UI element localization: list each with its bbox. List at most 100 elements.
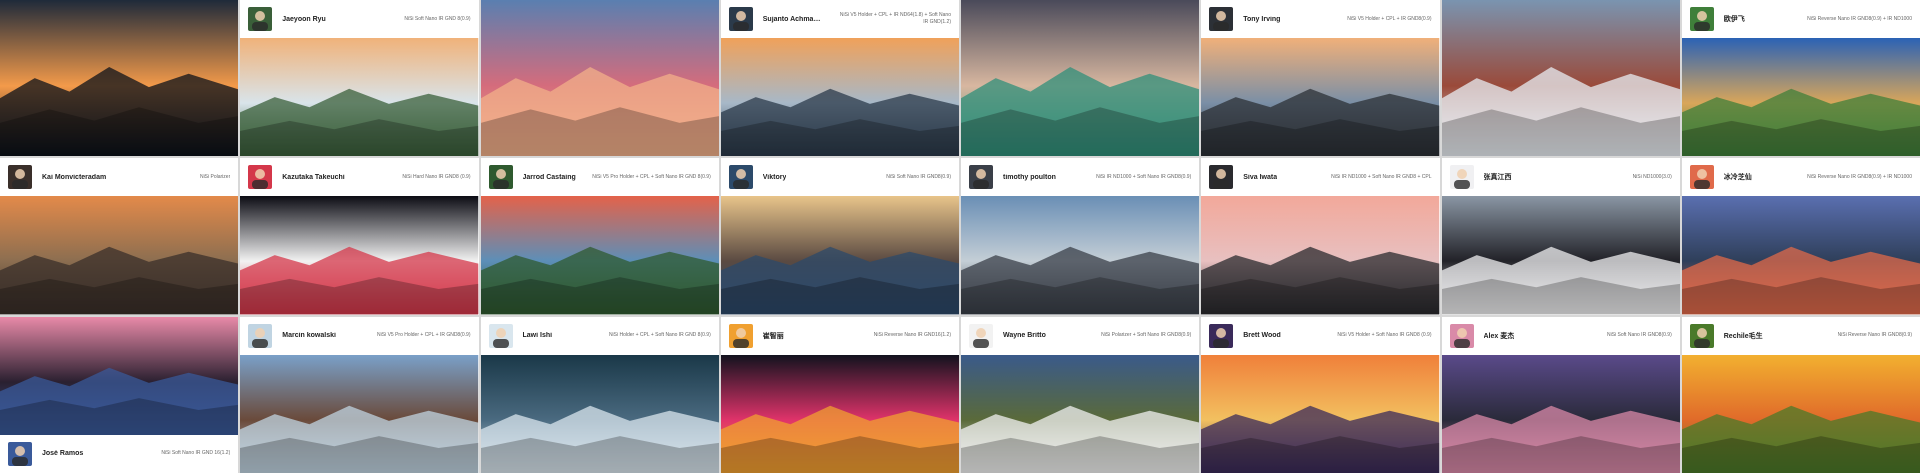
avatar [1449,323,1474,348]
photo-caption: Lawi Ishi NiSi Holder + CPL + Soft Nano I… [480,316,719,355]
photographer-name: Tony Irving [1243,15,1281,23]
avatar [1449,165,1474,190]
grid-cell[interactable] [0,0,239,157]
grid-cell[interactable]: 崔智丽 NiSi Reverse Nano IR GND16(1.2) [720,316,959,473]
photographer-name: 张真江西 [1483,174,1512,182]
filter-gear: NiSi Soft Nano IR GND 8(0.9) [404,15,471,22]
landscape-photo[interactable] [480,354,719,473]
grid-cell[interactable]: Viktory NiSi Soft Nano IR GND8(0.9) [720,158,959,315]
avatar [1209,7,1234,31]
grid-cell[interactable]: Jaeyoon Ryu NiSi Soft Nano IR GND 8(0.9) [240,0,479,157]
photo-caption: Wayne Britto NiSi Polarizer + Soft Nano I… [961,316,1200,355]
landscape-photo[interactable] [0,196,239,315]
grid-cell[interactable]: Jarrod Castaing NiSi V5 Pro Holder + CPL … [480,158,719,315]
landscape-photo[interactable] [1201,196,1440,315]
grid-cell[interactable]: Wayne Britto NiSi Polarizer + Soft Nano I… [961,316,1200,473]
avatar [728,7,753,31]
photographer-name: Alex 麦杰 [1483,332,1515,340]
photo-grid: Jaeyoon Ryu NiSi Soft Nano IR GND 8(0.9) … [0,0,1920,473]
grid-cell[interactable]: 欧伊飞 NiSi Reverse Nano IR GND8(0.9) + IR N… [1681,0,1920,157]
filter-gear: NiSi Reverse Nano IR GND8(0.9) + IR ND10… [1807,15,1912,22]
grid-cell[interactable]: 冰冷芝仙 NiSi Reverse Nano IR GND8(0.9) + IR … [1681,158,1920,315]
photographer-name: Marcin kowalski [282,332,336,340]
grid-cell[interactable]: Alex 麦杰 NiSi Soft Nano IR GND8(0.9) [1441,316,1680,473]
grid-cell[interactable]: Brett Wood NiSi V5 Holder + Soft Nano IR … [1201,316,1440,473]
landscape-photo[interactable] [1681,196,1920,315]
photo-caption: 冰冷芝仙 NiSi Reverse Nano IR GND8(0.9) + IR … [1681,158,1920,197]
photographer-name: Viktory [762,173,787,181]
photo-caption: Marcin kowalski NiSi V5 Pro Holder + CPL … [240,316,479,355]
filter-gear: NiSi Soft Nano IR GND8(0.9) [886,173,951,180]
landscape-photo[interactable] [1441,0,1680,157]
grid-cell[interactable] [480,0,719,157]
landscape-photo[interactable] [961,354,1200,473]
grid-cell[interactable]: Kai Monvicteradam NiSi Polarizer [0,158,239,315]
filter-gear: NiSi V5 Holder + CPL + IR ND64(1.8) + So… [839,12,951,25]
landscape-photo[interactable] [961,0,1200,157]
grid-cell[interactable]: timothy poulton NiSi IR ND1000 + Soft Nan… [961,158,1200,315]
avatar [1689,323,1714,348]
landscape-photo[interactable] [1681,38,1920,157]
landscape-photo[interactable] [1201,38,1440,157]
landscape-photo[interactable] [1681,354,1920,473]
grid-cell[interactable]: Lawi Ishi NiSi Holder + CPL + Soft Nano I… [480,316,719,473]
filter-gear: NiSi Reverse Nano IR GND8(0.9) + IR ND10… [1807,173,1912,180]
avatar [488,165,513,190]
photo-caption: Kazutaka Takeuchi NiSi Hard Nano IR GND8 … [240,158,479,197]
landscape-photo[interactable] [720,38,959,157]
landscape-photo[interactable] [0,316,239,435]
grid-cell[interactable]: Siva Iwata NiSi IR ND1000 + Soft Nano IR … [1201,158,1440,315]
photo-caption: Sujanto Achmadi Jaya NiSi V5 Holder + CPL… [720,0,959,38]
landscape-photo[interactable] [1441,354,1680,473]
grid-cell[interactable]: Kazutaka Takeuchi NiSi Hard Nano IR GND8 … [240,158,479,315]
photographer-name: Lawi Ishi [522,332,553,340]
photo-caption: Alex 麦杰 NiSi Soft Nano IR GND8(0.9) [1441,316,1680,355]
filter-gear: NiSi Soft Nano IR GND8(0.9) [1607,332,1672,339]
filter-gear: NiSi V5 Pro Holder + CPL + IR GND8(0.9) [377,332,471,339]
photo-caption: 张真江西 NiSi ND1000(3.0) [1441,158,1680,197]
grid-cell[interactable]: Sujanto Achmadi Jaya NiSi V5 Holder + CPL… [720,0,959,157]
photographer-name: Kazutaka Takeuchi [282,173,345,181]
landscape-photo[interactable] [961,196,1200,315]
photographer-name: 欧伊飞 [1723,16,1745,23]
grid-cell[interactable]: Tony Irving NiSi V5 Holder + CPL + IR GND… [1201,0,1440,157]
photo-caption: José Ramos NiSi Soft Nano IR GND 16(1.2) [0,434,239,473]
photographer-name: Brett Wood [1243,332,1281,340]
landscape-photo[interactable] [480,0,719,157]
landscape-photo[interactable] [0,0,239,157]
photographer-name: José Ramos [42,450,84,458]
photographer-name: Siva Iwata [1243,173,1278,181]
filter-gear: NiSi V5 Pro Holder + CPL + Soft Nano IR … [592,173,711,180]
avatar [969,165,993,190]
grid-cell[interactable]: José Ramos NiSi Soft Nano IR GND 16(1.2) [0,316,239,473]
avatar [248,7,273,31]
filter-gear: NiSi Polarizer [199,173,231,180]
grid-cell[interactable]: Rechile毛生 NiSi Reverse Nano IR GND8(0.9) [1681,316,1920,473]
landscape-photo[interactable] [1441,196,1680,315]
landscape-photo[interactable] [240,38,479,157]
landscape-photo[interactable] [1201,354,1440,473]
photographer-name: Kai Monvicteradam [42,173,107,181]
landscape-photo[interactable] [240,354,479,473]
grid-cell[interactable]: 张真江西 NiSi ND1000(3.0) [1441,158,1680,315]
photo-caption: 崔智丽 NiSi Reverse Nano IR GND16(1.2) [720,316,959,355]
photographer-name: 崔智丽 [762,332,784,340]
landscape-photo[interactable] [240,196,479,315]
grid-cell[interactable] [1441,0,1680,157]
photographer-name: timothy poulton [1003,173,1056,181]
avatar [1209,165,1234,190]
photo-caption: Rechile毛生 NiSi Reverse Nano IR GND8(0.9) [1681,316,1920,355]
photo-caption: timothy poulton NiSi IR ND1000 + Soft Nan… [961,158,1200,197]
filter-gear: NiSi Hard Nano IR GND8 (0.9) [402,173,471,180]
grid-cell[interactable] [961,0,1200,157]
photo-caption: Brett Wood NiSi V5 Holder + Soft Nano IR … [1201,316,1440,355]
filter-gear: NiSi IR ND1000 + Soft Nano IR GND8 + CPL [1331,173,1432,180]
landscape-photo[interactable] [480,196,719,315]
photographer-name: Jarrod Castaing [522,173,576,181]
photo-caption: Tony Irving NiSi V5 Holder + CPL + IR GND… [1201,0,1440,38]
avatar [1209,323,1234,348]
grid-cell[interactable]: Marcin kowalski NiSi V5 Pro Holder + CPL … [240,316,479,473]
landscape-photo[interactable] [720,196,959,315]
landscape-photo[interactable] [720,354,959,473]
photographer-name: Wayne Britto [1003,332,1046,340]
